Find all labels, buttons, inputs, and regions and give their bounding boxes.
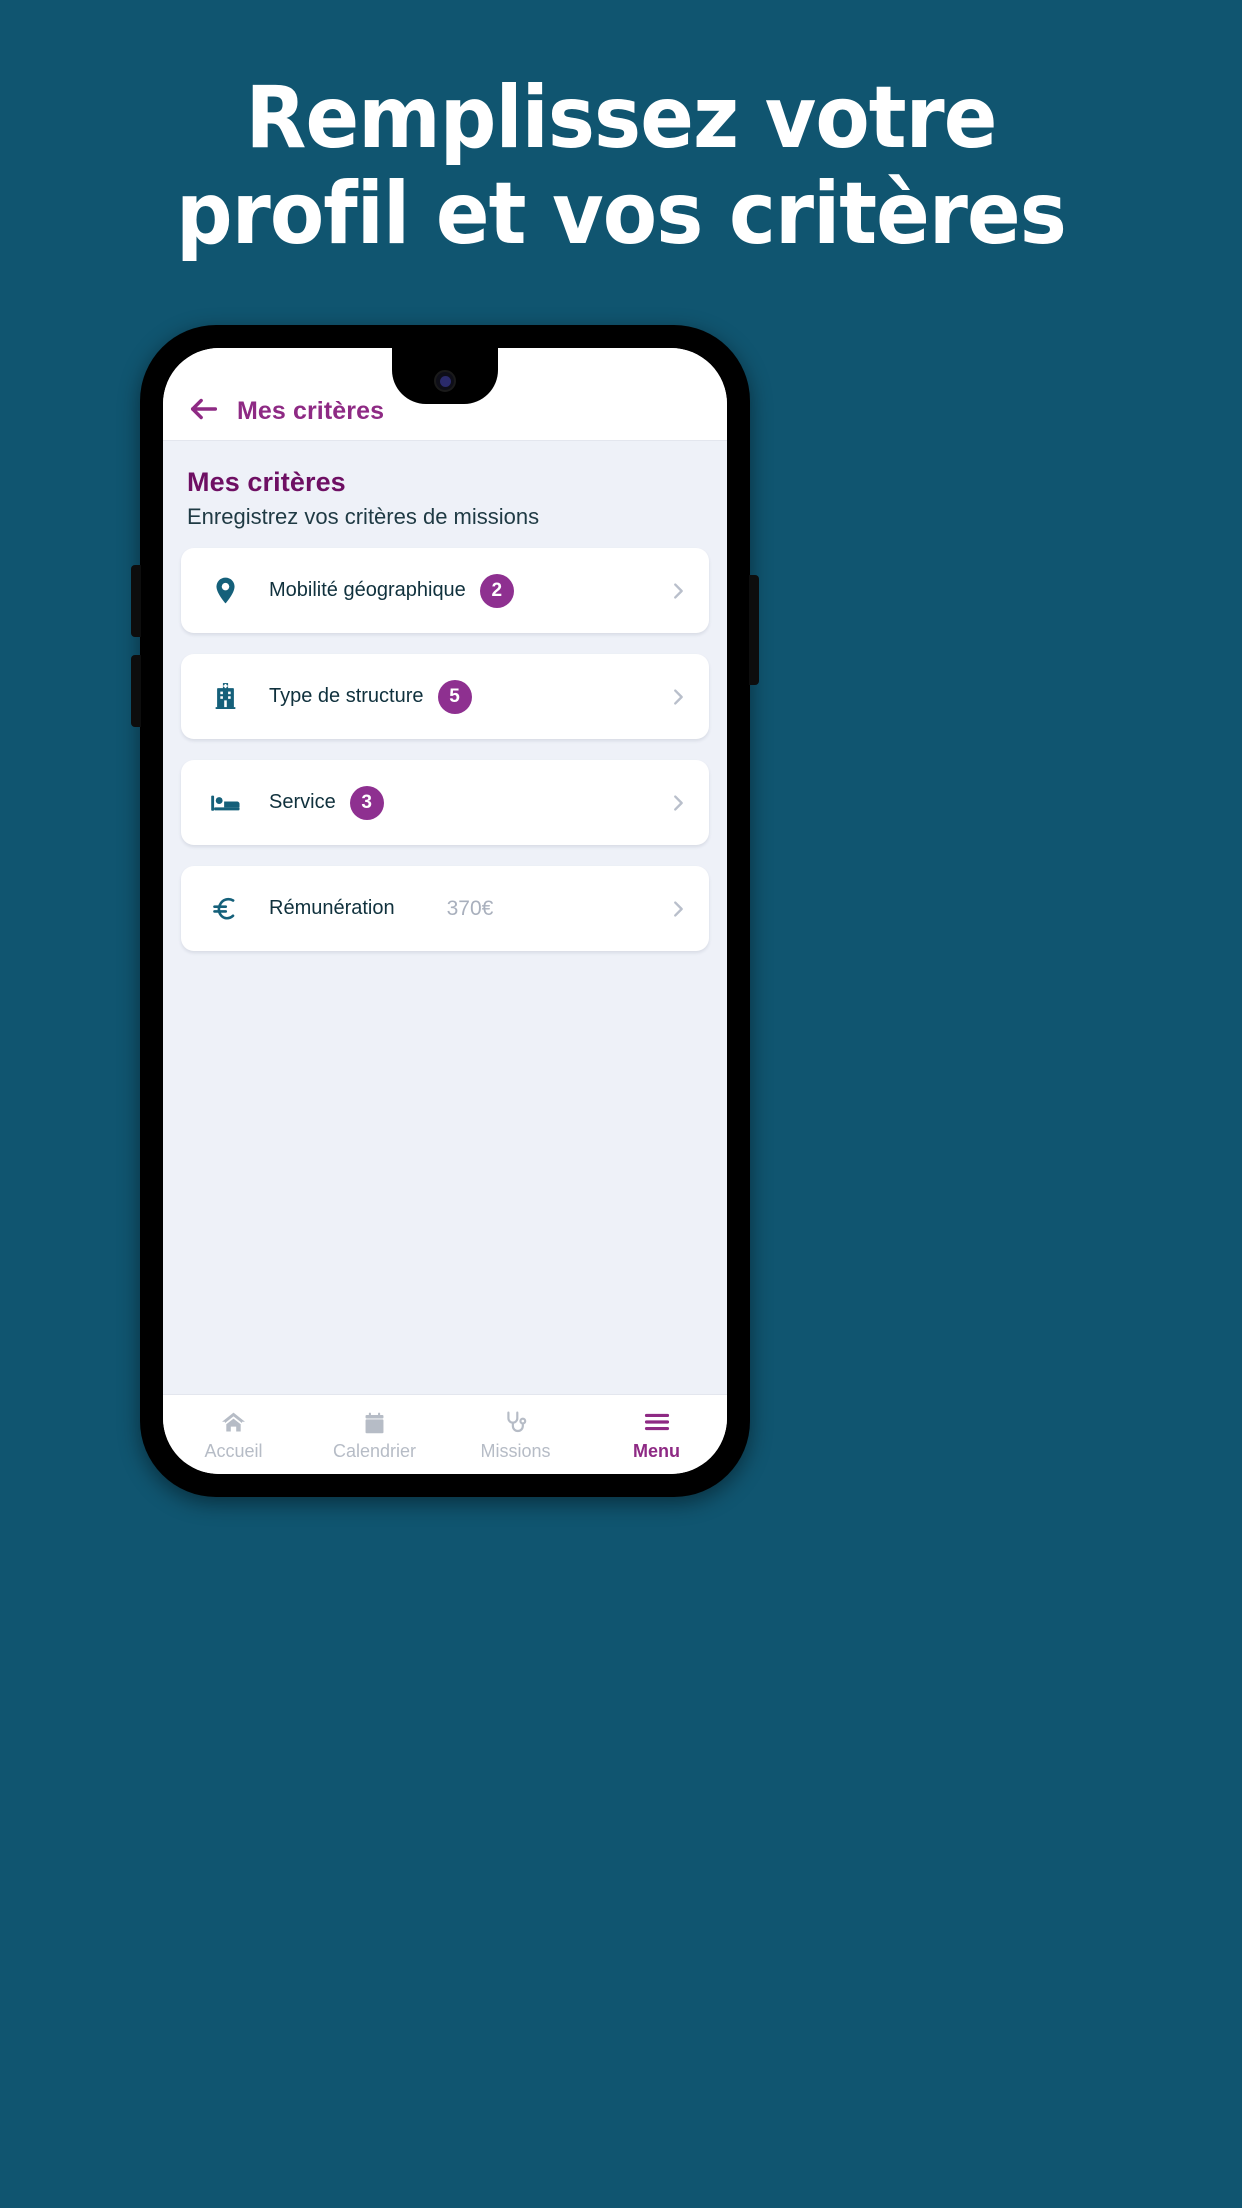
phone-power-button[interactable]: [749, 575, 759, 685]
location-pin-icon: [199, 575, 251, 606]
headline-line-2: profil et vos critères: [176, 164, 1067, 264]
bottom-navigation-bar: Accueil Calendrier Missions Menu: [163, 1394, 727, 1474]
criteria-row-remuneration[interactable]: Rémunération 370€: [181, 866, 709, 951]
page-title: Mes critères: [187, 467, 346, 497]
chevron-right-icon[interactable]: [667, 792, 689, 814]
nav-tab-missions[interactable]: Missions: [445, 1408, 586, 1462]
euro-icon: [199, 894, 251, 924]
criteria-list: Mobilité géographique 2 Type de structur…: [163, 530, 727, 951]
criteria-count-badge: 5: [437, 679, 472, 714]
phone-camera-notch: [392, 348, 498, 404]
hospital-building-icon: [199, 681, 251, 712]
phone-volume-up-button[interactable]: [131, 565, 141, 637]
criteria-row-mobilite-geographique[interactable]: Mobilité géographique 2: [181, 548, 709, 633]
nav-tab-label: Accueil: [204, 1440, 263, 1461]
criteria-label: Service: [269, 791, 336, 813]
app-header-title: Mes critères: [237, 397, 385, 425]
phone-mockup: Mes critères Mes critères Enregistrez vo…: [131, 325, 759, 1497]
home-icon: [220, 1408, 247, 1436]
bed-icon: [199, 786, 251, 819]
front-camera-icon: [434, 370, 456, 392]
calendar-icon: [362, 1408, 387, 1436]
stethoscope-icon: [503, 1408, 529, 1436]
criteria-value: 370€: [446, 896, 494, 920]
criteria-label: Rémunération: [269, 897, 395, 919]
promo-headline: Remplissez votre profil et vos critères: [50, 70, 1193, 262]
page-content: Mes critères Enregistrez vos critères de…: [163, 441, 727, 1394]
criteria-label: Mobilité géographique: [269, 579, 466, 601]
criteria-row-type-de-structure[interactable]: Type de structure 5: [181, 654, 709, 739]
page-subtitle: Enregistrez vos critères de missions: [187, 504, 540, 529]
chevron-right-icon[interactable]: [667, 686, 689, 708]
chevron-right-icon[interactable]: [667, 580, 689, 602]
criteria-count-badge: 2: [479, 573, 514, 608]
hamburger-menu-icon: [643, 1408, 671, 1436]
headline-line-1: Remplissez votre: [245, 68, 997, 168]
criteria-count-badge: 3: [349, 785, 384, 820]
phone-volume-down-button[interactable]: [131, 655, 141, 727]
nav-tab-label: Calendrier: [332, 1440, 417, 1461]
phone-screen: Mes critères Mes critères Enregistrez vo…: [163, 348, 727, 1474]
promo-screenshot: Remplissez votre profil et vos critères …: [0, 0, 1242, 2208]
nav-tab-menu[interactable]: Menu: [586, 1408, 727, 1462]
criteria-row-service[interactable]: Service 3: [181, 760, 709, 845]
arrow-left-icon[interactable]: [187, 392, 221, 426]
nav-tab-label: Menu: [633, 1440, 680, 1461]
nav-tab-calendrier[interactable]: Calendrier: [304, 1408, 445, 1462]
chevron-right-icon[interactable]: [667, 898, 689, 920]
nav-tab-accueil[interactable]: Accueil: [163, 1408, 304, 1462]
nav-tab-label: Missions: [480, 1440, 551, 1461]
criteria-label: Type de structure: [269, 685, 424, 707]
